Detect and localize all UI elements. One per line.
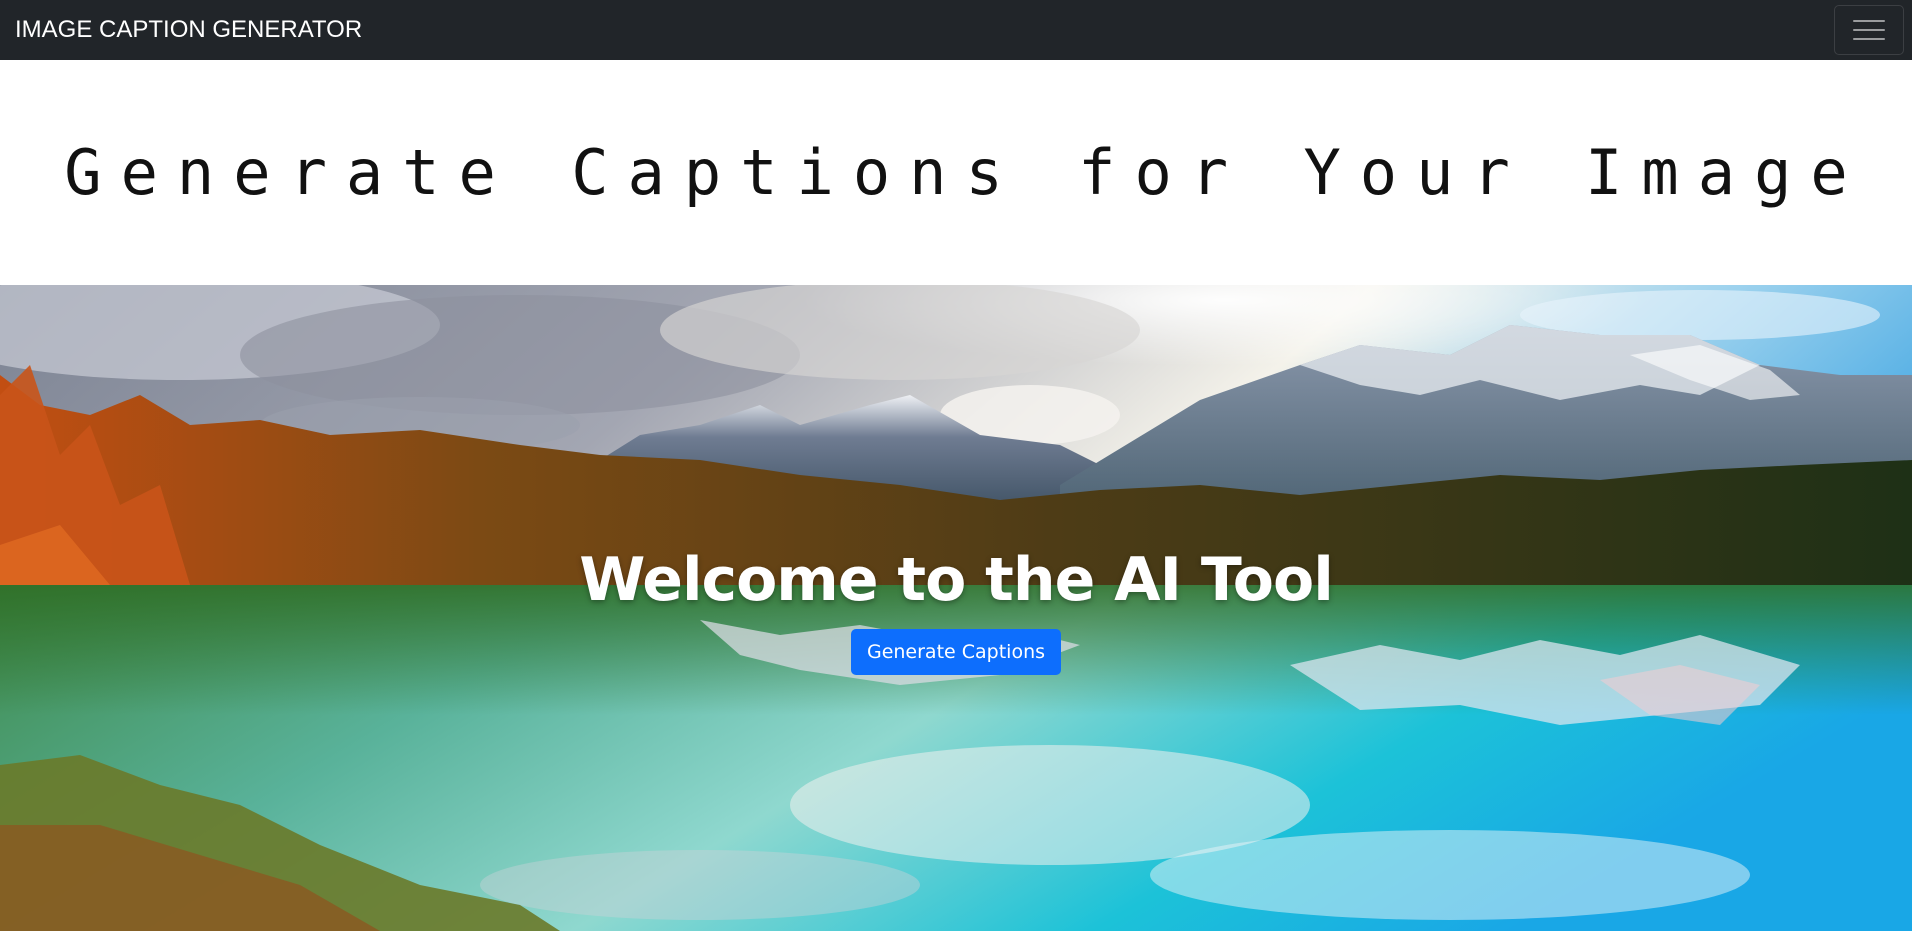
hero-title: Welcome to the AI Tool [579, 545, 1334, 615]
hero-content: Welcome to the AI Tool Generate Captions [0, 285, 1912, 931]
brand-link[interactable]: IMAGE CAPTION GENERATOR [15, 16, 362, 44]
heading-section: Generate Captions for Your Image [0, 60, 1912, 285]
navbar-toggle-button[interactable] [1834, 5, 1904, 55]
page-title: Generate Captions for Your Image [64, 136, 1867, 209]
generate-captions-button[interactable]: Generate Captions [850, 629, 1062, 675]
hamburger-menu-icon [1852, 17, 1886, 43]
navbar: IMAGE CAPTION GENERATOR [0, 0, 1912, 60]
hero-section: Welcome to the AI Tool Generate Captions [0, 285, 1912, 931]
